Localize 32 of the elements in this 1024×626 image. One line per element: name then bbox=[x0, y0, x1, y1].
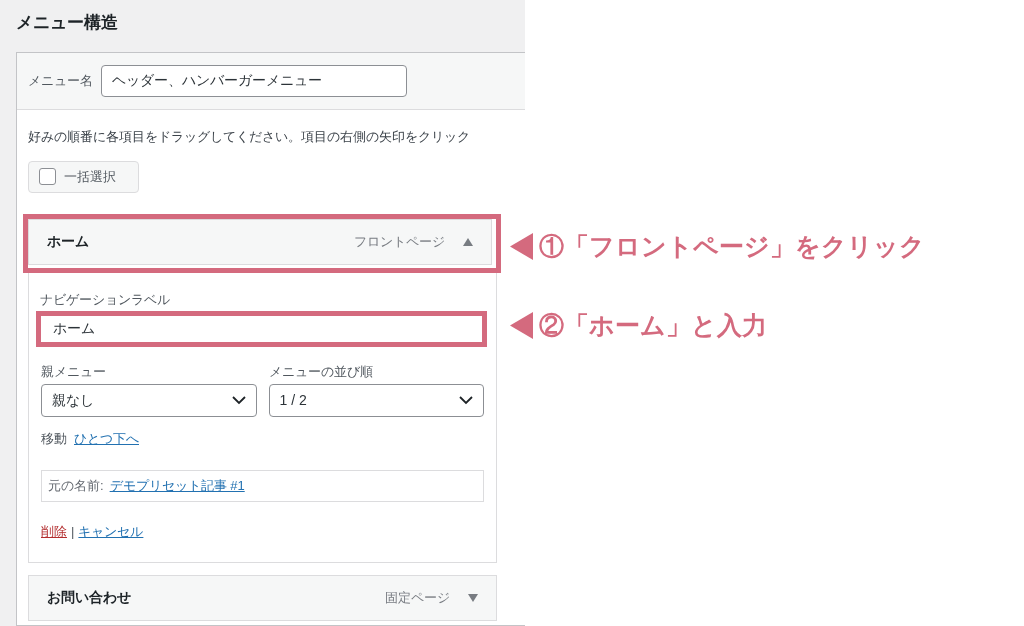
cancel-link[interactable]: キャンセル bbox=[78, 522, 144, 542]
chevron-down-icon bbox=[231, 395, 246, 405]
menu-item-title: お問い合わせ bbox=[47, 588, 132, 607]
original-name-label: 元の名前: bbox=[48, 477, 104, 496]
triangle-down-icon[interactable] bbox=[468, 593, 478, 602]
menu-item-type: 固定ページ bbox=[385, 588, 450, 607]
separator: | bbox=[71, 523, 75, 541]
menu-item-type: フロントページ bbox=[354, 232, 445, 251]
menu-item-title: ホーム bbox=[47, 232, 90, 251]
pointer-triangle-icon bbox=[510, 311, 533, 339]
field-label: ナビゲーションラベル bbox=[40, 290, 171, 309]
menu-item-header[interactable]: お問い合わせ 固定ページ bbox=[28, 574, 497, 621]
checkbox[interactable] bbox=[39, 168, 56, 185]
chevron-down-icon bbox=[459, 395, 473, 405]
menu-name-field[interactable]: ヘッダー、ハンバーガーメニュー bbox=[101, 65, 407, 97]
select-dropdown[interactable]: 親なし bbox=[41, 383, 257, 417]
annotation-text: ②「ホーム」と入力 bbox=[539, 310, 767, 341]
original-name-link[interactable]: デモプリセット記事 #1 bbox=[109, 476, 245, 496]
instructions-text: 好みの順番に各項目をドラッグしてください。項目の右側の矢印をクリック bbox=[28, 128, 471, 146]
menu-item-header[interactable]: ホーム フロントページ bbox=[28, 218, 492, 265]
field-label: メニューの並び順 bbox=[268, 362, 374, 381]
bulk-select-button[interactable]: 一括選択 bbox=[28, 160, 139, 193]
section-title: メニュー構造 bbox=[16, 12, 119, 34]
menu-name-label: メニュー名 bbox=[28, 72, 93, 91]
move-label: 移動 bbox=[41, 429, 67, 448]
annotation-text: ①「フロントページ」をクリック bbox=[539, 231, 925, 262]
triangle-up-icon[interactable] bbox=[463, 237, 473, 246]
field-label: 親メニュー bbox=[41, 362, 107, 381]
delete-link[interactable]: 削除 bbox=[41, 522, 67, 542]
select-dropdown[interactable]: 1 / 2 bbox=[268, 383, 484, 417]
pointer-triangle-icon bbox=[510, 232, 533, 260]
move-down-link[interactable]: ひとつ下へ bbox=[74, 428, 139, 448]
